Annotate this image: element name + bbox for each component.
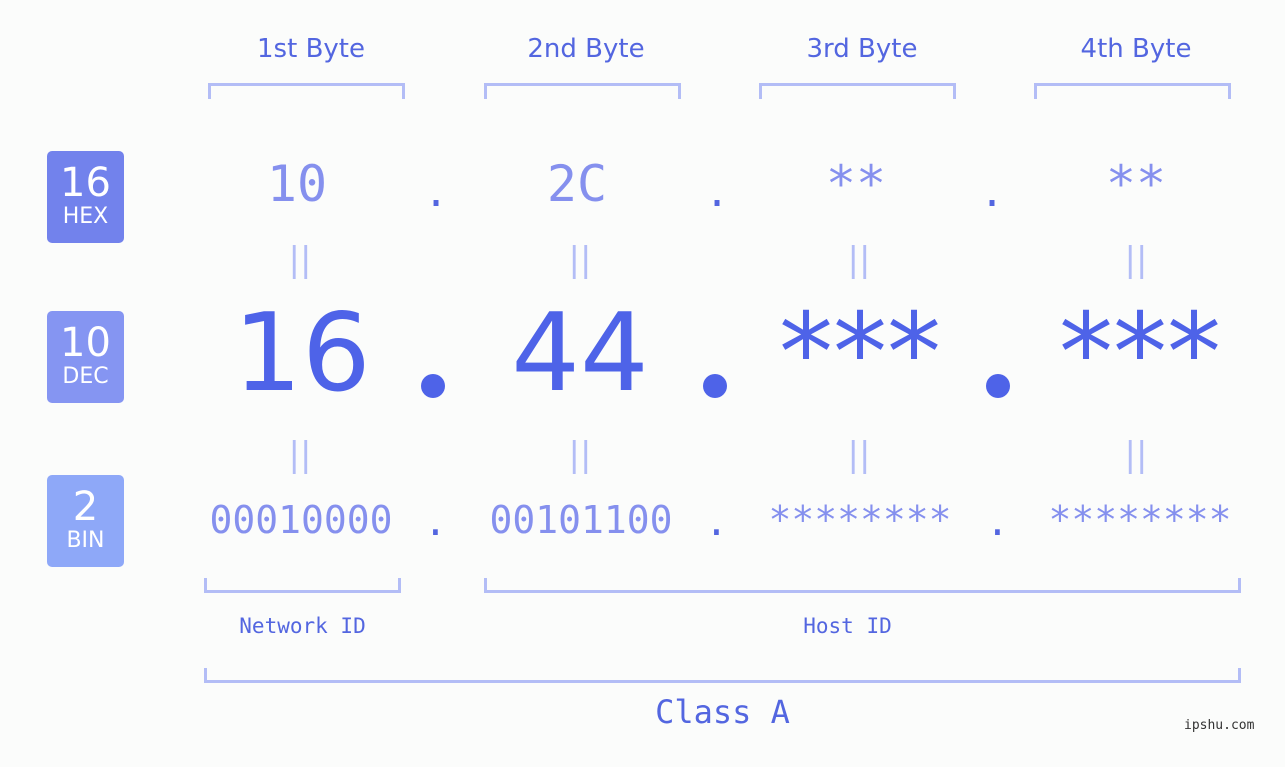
bin-separator: . xyxy=(424,500,447,544)
bin-separator: . xyxy=(705,500,728,544)
byte-title-2: 2nd Byte xyxy=(527,34,645,64)
network-id-label: Network ID xyxy=(239,614,366,638)
dec-separator-dot xyxy=(421,374,445,398)
hex-value-1: 10 xyxy=(266,155,328,213)
byte-bracket-1 xyxy=(208,83,405,99)
dec-separator-dot xyxy=(986,374,1010,398)
byte-title-3: 3rd Byte xyxy=(806,34,918,64)
equals-sign: || xyxy=(1124,435,1148,475)
bin-value-3: ******** xyxy=(768,498,952,542)
bin-badge: 2 BIN xyxy=(47,475,124,567)
byte-title-4: 4th Byte xyxy=(1080,34,1192,64)
bin-value-1: 00010000 xyxy=(209,498,393,542)
hex-badge-base: 16 xyxy=(60,160,111,206)
dec-badge: 10 DEC xyxy=(47,311,124,403)
hex-badge-label: HEX xyxy=(62,204,109,229)
hex-separator: . xyxy=(980,170,1005,216)
byte-bracket-4 xyxy=(1034,83,1231,99)
equals-sign: || xyxy=(847,435,871,475)
host-id-label: Host ID xyxy=(803,614,892,638)
byte-bracket-3 xyxy=(759,83,956,99)
class-label: Class A xyxy=(655,693,790,731)
dec-separator-dot xyxy=(703,374,727,398)
hex-badge: 16 HEX xyxy=(47,151,124,243)
dec-badge-base: 10 xyxy=(60,320,111,366)
hex-value-2: 2C xyxy=(546,155,608,213)
byte-bracket-2 xyxy=(484,83,681,99)
hex-separator: . xyxy=(705,170,730,216)
dec-value-3: *** xyxy=(779,291,941,416)
watermark: ipshu.com xyxy=(1184,718,1255,733)
bin-value-4: ******** xyxy=(1048,498,1232,542)
dec-value-4: *** xyxy=(1059,291,1221,416)
bin-badge-base: 2 xyxy=(72,484,99,530)
host-id-bracket xyxy=(484,578,1241,593)
dec-badge-label: DEC xyxy=(62,364,109,389)
class-bracket xyxy=(204,668,1241,683)
equals-sign: || xyxy=(847,240,871,280)
equals-sign: || xyxy=(288,435,312,475)
bin-value-2: 00101100 xyxy=(489,498,673,542)
equals-sign: || xyxy=(568,435,592,475)
hex-value-4: ** xyxy=(1105,155,1167,213)
dec-value-1: 16 xyxy=(233,291,371,416)
bin-separator: . xyxy=(986,500,1009,544)
network-id-bracket xyxy=(204,578,401,593)
equals-sign: || xyxy=(568,240,592,280)
bin-badge-label: BIN xyxy=(66,528,105,553)
dec-value-2: 44 xyxy=(511,291,649,416)
byte-title-1: 1st Byte xyxy=(257,34,365,64)
equals-sign: || xyxy=(1124,240,1148,280)
equals-sign: || xyxy=(288,240,312,280)
hex-separator: . xyxy=(424,170,449,216)
hex-value-3: ** xyxy=(825,155,887,213)
